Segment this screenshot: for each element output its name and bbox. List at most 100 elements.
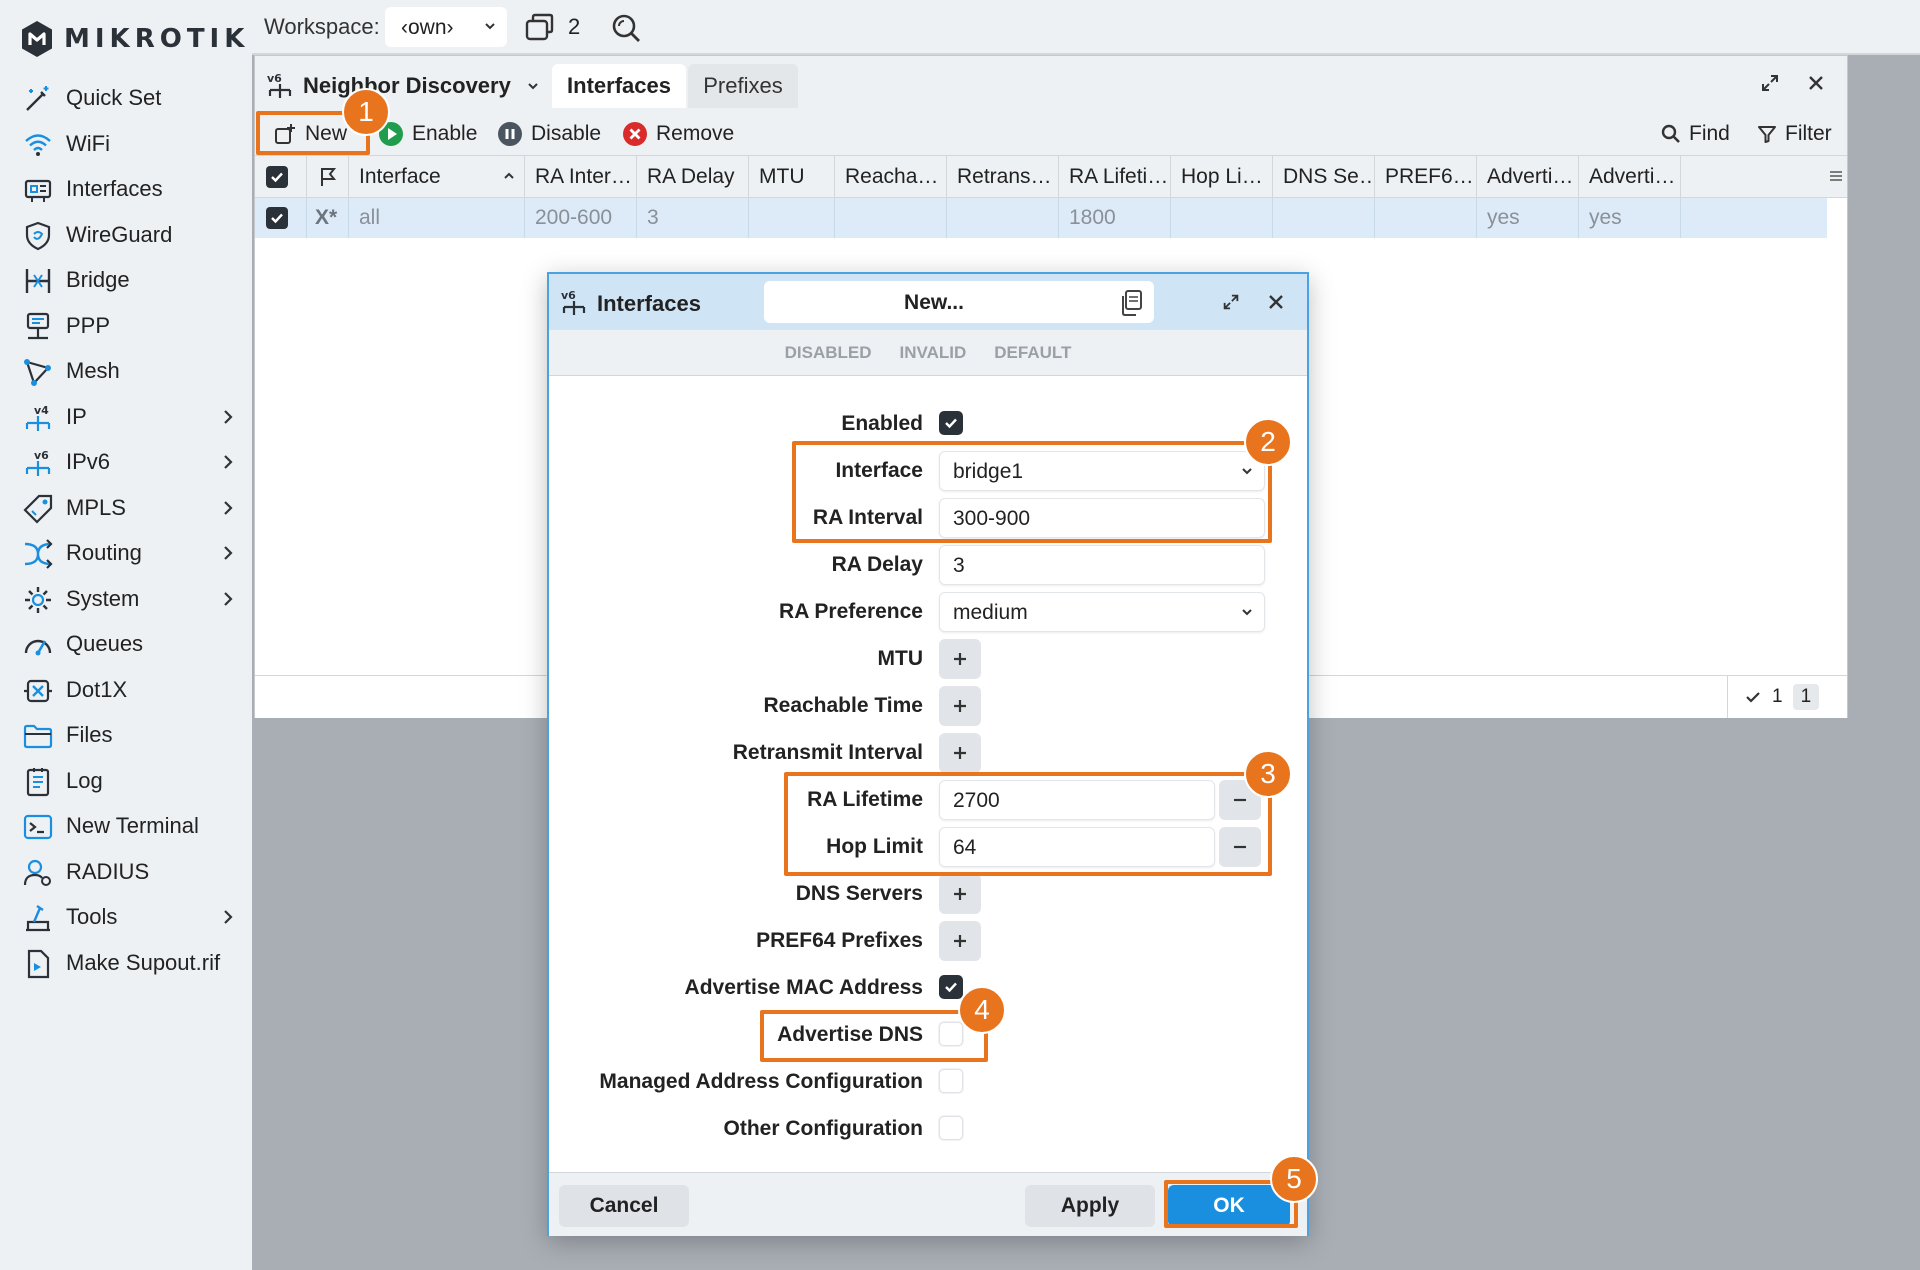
column-header-ra-interval[interactable]: RA Inter… [525, 156, 637, 197]
filter-button[interactable]: Filter [1757, 118, 1832, 150]
column-header-label: DNS Se… [1283, 164, 1375, 188]
close-icon[interactable] [1805, 72, 1827, 94]
enable-button[interactable]: Enable [378, 118, 477, 150]
flags-column-header[interactable] [307, 156, 349, 197]
sidebar-item-mpls[interactable]: MPLS [0, 486, 252, 530]
sidebar-item-routing[interactable]: Routing [0, 531, 252, 575]
selected-count: 1 [1772, 686, 1783, 707]
select-all-checkbox[interactable] [255, 156, 307, 197]
checkmark-icon [945, 418, 957, 429]
maximize-icon[interactable] [1759, 72, 1781, 94]
cancel-button[interactable]: Cancel [559, 1185, 689, 1227]
sidebar-item-mesh[interactable]: Mesh [0, 349, 252, 393]
column-header-label: Hop Li… [1181, 164, 1263, 188]
close-icon[interactable] [1265, 291, 1287, 313]
sidebar-item-dot1x[interactable]: Dot1X [0, 668, 252, 712]
remove-button[interactable]: Remove [622, 118, 734, 150]
column-header-label: PREF6… [1385, 164, 1474, 188]
reachable-time-add-button[interactable] [939, 686, 981, 726]
enabled-checkbox[interactable] [939, 411, 963, 435]
column-header-advertise-mac[interactable]: Adverti… [1477, 156, 1579, 197]
sidebar-item-interfaces[interactable]: Interfaces [0, 167, 252, 211]
tab-interfaces[interactable]: Interfaces [552, 64, 686, 108]
sidebar: MIKROTIK Quick Set WiFi Interfaces WireGuar… [0, 0, 252, 1270]
magic-wand-icon [26, 86, 49, 111]
tab-prefixes[interactable]: Prefixes [688, 64, 798, 108]
column-header-ra-delay[interactable]: RA Delay [637, 156, 749, 197]
cell-interface: all [349, 198, 525, 238]
cell-dns-servers [1273, 198, 1375, 238]
field-label: RA Preference [779, 600, 923, 623]
maximize-icon[interactable] [1221, 292, 1241, 312]
column-header-mtu[interactable]: MTU [749, 156, 835, 197]
dns-servers-add-button[interactable] [939, 874, 981, 914]
column-header-hop-limit[interactable]: Hop Li… [1171, 156, 1273, 197]
sidebar-item-bridge[interactable]: Bridge [0, 258, 252, 302]
tools-icon [26, 905, 50, 932]
table-header: Interface RA Inter… RA Delay MTU Reacha…… [255, 156, 1847, 198]
selection-count: 1 1 [1727, 676, 1847, 718]
sidebar-item-quick-set[interactable]: Quick Set [0, 76, 252, 120]
mikrotik-logo: MIKROTIK [20, 18, 249, 60]
search-icon[interactable] [610, 12, 642, 44]
managed-address-checkbox[interactable] [939, 1069, 963, 1093]
column-menu-icon[interactable] [1829, 169, 1843, 183]
column-header-pref64[interactable]: PREF6… [1375, 156, 1477, 197]
sidebar-item-radius[interactable]: RADIUS [0, 850, 252, 894]
apply-button[interactable]: Apply [1025, 1185, 1155, 1227]
sidebar-item-label: Quick Set [66, 85, 162, 110]
table-row[interactable]: X* all 200-600 3 1800 yes yes [255, 198, 1827, 238]
advertise-mac-checkbox[interactable] [939, 975, 963, 999]
windows-icon[interactable] [524, 12, 558, 42]
sidebar-item-wifi[interactable]: WiFi [0, 122, 252, 166]
workspace-select[interactable]: ‹own› [385, 7, 507, 47]
row-checkbox[interactable] [255, 198, 307, 238]
field-label: Managed Address Configuration [599, 1070, 923, 1093]
pref64-prefixes-add-button[interactable] [939, 921, 981, 961]
cell-advertise-mac: yes [1477, 198, 1579, 238]
filter-icon [1758, 126, 1776, 143]
annotation-badge: 5 [1270, 1155, 1318, 1203]
disable-button[interactable]: Disable [497, 118, 601, 150]
chevron-down-icon [528, 83, 538, 90]
window-menu-dropdown[interactable] [517, 70, 549, 102]
plus-icon [954, 935, 966, 947]
sidebar-item-ppp[interactable]: PPP [0, 304, 252, 348]
column-header-advertise-dns[interactable]: Adverti… [1579, 156, 1681, 197]
field-label: MTU [877, 647, 924, 670]
sidebar-item-new-terminal[interactable]: New Terminal [0, 804, 252, 848]
cell-pref64 [1375, 198, 1477, 238]
bridge-icon [25, 269, 51, 293]
plus-icon [954, 653, 966, 665]
field-ra-delay: RA Delay 3 [549, 541, 1307, 587]
other-configuration-checkbox[interactable] [939, 1116, 963, 1140]
field-label: RA Delay [831, 553, 923, 576]
mtu-add-button[interactable] [939, 639, 981, 679]
column-header-dns-servers[interactable]: DNS Se… [1273, 156, 1375, 197]
sidebar-item-ipv6[interactable]: v6 IPv6 [0, 440, 252, 484]
sidebar-item-tools[interactable]: Tools [0, 895, 252, 939]
column-header-ra-lifetime[interactable]: RA Lifeti… [1059, 156, 1171, 197]
find-button[interactable]: Find [1661, 118, 1730, 150]
sidebar-item-system[interactable]: System [0, 577, 252, 621]
column-header-interface[interactable]: Interface [349, 156, 525, 197]
sidebar-item-wireguard[interactable]: WireGuard [0, 213, 252, 257]
svg-text:v6: v6 [34, 449, 49, 462]
column-header-reachable[interactable]: Reacha… [835, 156, 947, 197]
ra-preference-select[interactable]: medium [939, 592, 1265, 632]
interfaces-new-dialog: v6 Interfaces New... DISABLED INVALID DE… [547, 272, 1309, 1236]
copy-icon[interactable] [1119, 289, 1143, 317]
sidebar-item-log[interactable]: Log [0, 759, 252, 803]
sidebar-item-label: System [66, 585, 140, 611]
svg-text:v6: v6 [561, 289, 576, 302]
sidebar-item-ip[interactable]: v4 IP [0, 395, 252, 439]
sidebar-item-queues[interactable]: Queues [0, 622, 252, 666]
column-header-retransmit[interactable]: Retrans… [947, 156, 1059, 197]
retransmit-interval-add-button[interactable] [939, 733, 981, 773]
window-count: 2 [568, 14, 581, 39]
sidebar-item-make-supout-rif[interactable]: Make Supout.rif [0, 941, 252, 985]
cell-ra-delay: 3 [637, 198, 749, 238]
ra-delay-input[interactable]: 3 [939, 545, 1265, 585]
sidebar-item-files[interactable]: Files [0, 713, 252, 757]
file-export-icon [27, 949, 50, 978]
